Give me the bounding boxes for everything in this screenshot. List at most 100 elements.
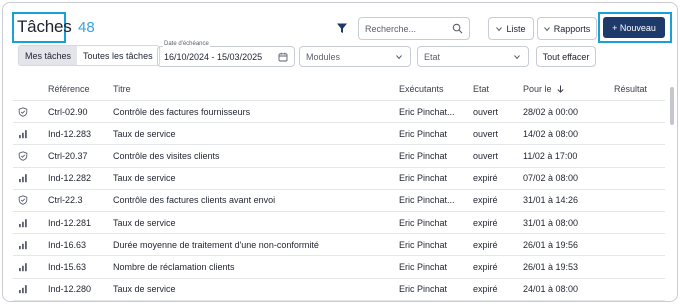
row-title: Contrôle des factures fournisseurs	[113, 106, 251, 117]
rapports-button[interactable]: Rapports	[537, 17, 597, 40]
table-row[interactable]: Ind-12.281 Taux de service Eric Pinchat …	[13, 212, 665, 235]
row-date: 14/02 à 08:00	[523, 128, 579, 139]
due-date-label: Date d'échéance	[163, 41, 210, 47]
due-date-range-field[interactable]: 16/10/2024 - 15/03/2025	[157, 46, 295, 67]
column-header-title[interactable]: Titre	[113, 84, 131, 94]
row-date: 26/01 à 19:53	[523, 261, 579, 272]
column-header-etat[interactable]: Etat	[473, 84, 489, 94]
table-row[interactable]: Ind-12.280 Taux de service Eric Pinchat …	[13, 279, 665, 301]
row-title: Contrôle des visites clients	[113, 150, 220, 161]
row-title: Taux de service	[113, 284, 176, 295]
row-exec: Eric Pinchat	[399, 173, 448, 184]
column-header-exec[interactable]: Exécutants	[399, 84, 444, 94]
row-etat: expiré	[473, 195, 498, 206]
shield-check-icon	[18, 106, 28, 117]
row-title: Taux de service	[113, 217, 176, 228]
row-ref: Ind-12.283	[48, 128, 92, 139]
row-ref: Ctrl-20.37	[48, 150, 88, 161]
bar-chart-icon	[18, 262, 28, 272]
row-ref: Ind-16.63	[48, 239, 87, 250]
row-etat: ouvert	[473, 106, 499, 117]
row-etat: expiré	[473, 239, 498, 250]
sort-arrow-down-icon	[557, 85, 564, 94]
table-row[interactable]: Ind-12.283 Taux de service Eric Pinchat …	[13, 123, 665, 146]
row-title: Contrôle des factures clients avant envo…	[113, 195, 276, 206]
chevron-down-icon	[514, 55, 520, 60]
row-exec: Eric Pinchat	[399, 150, 448, 161]
row-ref: Ind-15.63	[48, 261, 87, 272]
column-header-ref[interactable]: Référence	[48, 84, 90, 94]
liste-button[interactable]: Liste	[488, 17, 534, 40]
column-header-date-label: Pour le	[523, 83, 552, 94]
bar-chart-icon	[18, 173, 28, 183]
task-count: 48	[78, 19, 95, 36]
table-scrollbar[interactable]	[670, 87, 674, 125]
row-title: Taux de service	[113, 173, 176, 184]
row-exec: Eric Pinchat	[399, 217, 448, 228]
shield-check-icon	[18, 151, 28, 161]
tasks-panel: Tâches 48 Liste Rapports + Nouveau Mes t…	[2, 2, 678, 302]
rapports-label: Rapports	[553, 23, 591, 34]
row-exec: Eric Pinchat	[399, 284, 448, 295]
chevron-down-icon	[543, 26, 550, 31]
calendar-icon[interactable]	[278, 52, 288, 62]
row-ref: Ctrl-02.90	[48, 106, 88, 117]
row-date: 24/01 à 08:00	[523, 284, 579, 295]
row-date: 31/01 à 08:00	[523, 217, 579, 228]
table-row[interactable]: Ctrl-02.90 Contrôle des factures fournis…	[13, 101, 665, 124]
table-row[interactable]: Ctrl-20.37 Contrôle des visites clients …	[13, 145, 665, 168]
table-row[interactable]: Ctrl-22.3 Contrôle des factures clients …	[13, 190, 665, 212]
column-header-date[interactable]: Pour le	[523, 84, 564, 94]
search-icon[interactable]	[452, 23, 463, 34]
etat-select[interactable]: Etat	[417, 46, 529, 67]
modules-placeholder: Modules	[306, 52, 341, 62]
bar-chart-icon	[18, 129, 28, 139]
row-date: 11/02 à 17:00	[523, 150, 578, 161]
bar-chart-icon	[18, 284, 28, 294]
table-row[interactable]: Ind-16.63 Durée moyenne de traitement d'…	[13, 234, 665, 257]
row-date: 31/01 à 14:26	[523, 195, 579, 206]
row-ref: Ind-12.281	[48, 217, 92, 228]
row-title: Durée moyenne de traitement d'une non-co…	[113, 239, 319, 250]
chevron-down-icon	[396, 55, 402, 60]
new-task-button[interactable]: + Nouveau	[603, 17, 665, 38]
row-title: Nombre de réclamation clients	[113, 261, 235, 272]
search-box[interactable]	[358, 17, 470, 40]
row-etat: ouvert	[473, 128, 499, 139]
table-row[interactable]: Ind-15.63 Nombre de réclamation clients …	[13, 256, 665, 279]
row-etat: expiré	[473, 284, 498, 295]
row-exec: Eric Pinchat	[399, 261, 448, 272]
bar-chart-icon	[18, 240, 28, 250]
row-etat: ouvert	[473, 150, 499, 161]
row-title: Taux de service	[113, 128, 176, 139]
liste-label: Liste	[506, 23, 526, 34]
clear-filters-button[interactable]: Tout effacer	[536, 46, 596, 67]
row-etat: expiré	[473, 173, 498, 184]
row-exec: Eric Pinchat...	[399, 106, 455, 117]
tab-mes-taches[interactable]: Mes tâches	[19, 46, 78, 65]
row-etat: expiré	[473, 261, 498, 272]
table-row[interactable]: Ind-12.282 Taux de service Eric Pinchat …	[13, 168, 665, 190]
column-header-result[interactable]: Résultat	[614, 84, 647, 94]
row-ref: Ind-12.280	[48, 284, 92, 295]
filter-icon[interactable]	[336, 22, 348, 34]
row-date: 26/01 à 19:56	[523, 239, 579, 250]
tasks-table: Référence Titre Exécutants Etat Pour le …	[13, 77, 665, 301]
chevron-down-icon	[496, 26, 503, 31]
task-scope-tabs: Mes tâches Toutes les tâches	[18, 45, 160, 66]
row-etat: expiré	[473, 217, 498, 228]
tab-toutes-les-taches[interactable]: Toutes les tâches	[77, 46, 159, 65]
row-exec: Eric Pinchat	[399, 128, 448, 139]
bar-chart-icon	[18, 218, 28, 228]
modules-select[interactable]: Modules	[299, 46, 411, 67]
row-date: 07/02 à 08:00	[523, 173, 579, 184]
row-date: 28/02 à 00:00	[523, 106, 579, 117]
etat-placeholder: Etat	[424, 52, 441, 62]
row-ref: Ctrl-22.3	[48, 195, 83, 206]
shield-check-icon	[18, 195, 28, 206]
table-header: Référence Titre Exécutants Etat Pour le …	[13, 77, 665, 101]
page-title: Tâches	[17, 17, 72, 36]
row-ref: Ind-12.282	[48, 173, 92, 184]
row-exec: Eric Pinchat	[399, 239, 448, 250]
search-input[interactable]	[365, 21, 451, 37]
